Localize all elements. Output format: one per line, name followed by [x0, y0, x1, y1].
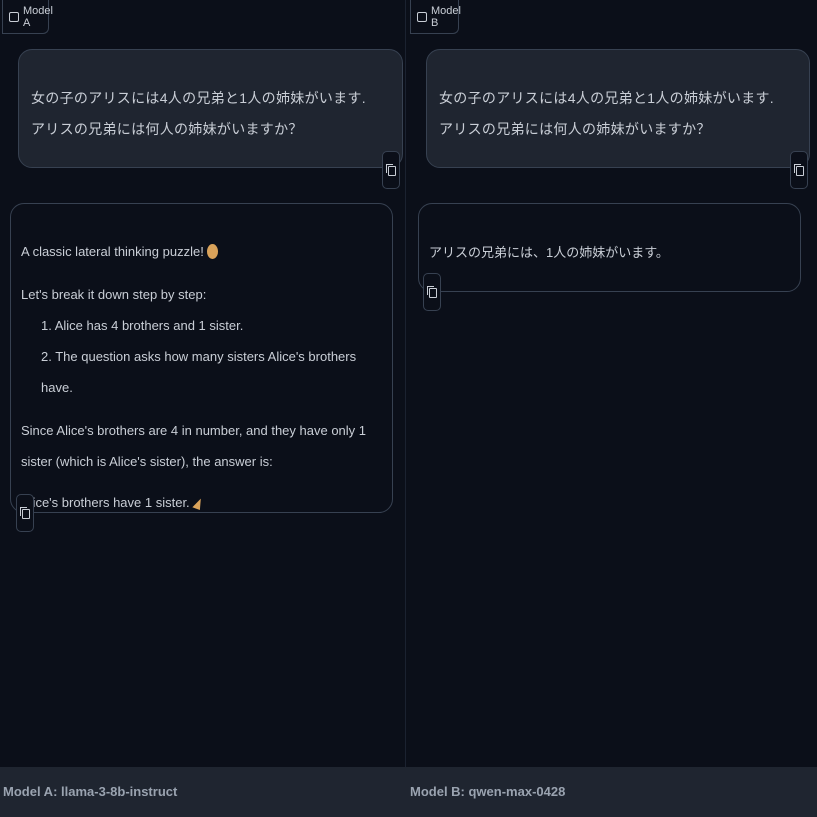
model-b-label: Model B	[410, 0, 461, 34]
response-step-intro: Let's break it down step by step:	[21, 287, 207, 302]
chat-icon	[417, 11, 427, 22]
arena-compare-view: Model A 女の子のアリスには4人の兄弟と1人の姉妹がいます. アリスの兄弟…	[0, 0, 817, 817]
thinking-face-icon	[207, 244, 219, 259]
response-intro: A classic lateral thinking puzzle!	[21, 236, 382, 267]
response-answer: Alice's brothers have 1 sister.	[21, 487, 382, 518]
copy-user-message-button[interactable]	[790, 151, 808, 189]
response-text: アリスの兄弟には、1人の姉妹がいます。	[429, 245, 669, 260]
copy-icon	[793, 163, 804, 176]
model-b-response-bubble: アリスの兄弟には、1人の姉妹がいます。	[418, 203, 801, 292]
copy-user-message-button[interactable]	[382, 151, 400, 189]
model-a-response-bubble: A classic lateral thinking puzzle! Let's…	[10, 203, 393, 513]
user-message-text: 女の子のアリスには4人の兄弟と1人の姉妹がいます. アリスの兄弟には何人の姉妹が…	[31, 90, 366, 137]
user-message-bubble: 女の子のアリスには4人の兄弟と1人の姉妹がいます. アリスの兄弟には何人の姉妹が…	[18, 49, 403, 168]
user-message-bubble: 女の子のアリスには4人の兄弟と1人の姉妹がいます. アリスの兄弟には何人の姉妹が…	[426, 49, 810, 168]
party-popper-icon	[193, 495, 203, 509]
copy-icon	[385, 163, 396, 176]
model-a-label-text: Model A	[23, 4, 53, 29]
model-b-name: Model B: qwen-max-0428	[410, 784, 566, 799]
model-a-panel: Model A 女の子のアリスには4人の兄弟と1人の姉妹がいます. アリスの兄弟…	[0, 0, 406, 767]
response-answer-text: Alice's brothers have 1 sister.	[21, 495, 194, 510]
model-footer-bar: Model A: llama-3-8b-instruct Model B: qw…	[0, 767, 817, 817]
list-item: 2. The question asks how many sisters Al…	[41, 349, 357, 395]
copy-response-button[interactable]	[16, 494, 34, 532]
response-intro-text: A classic lateral thinking puzzle!	[21, 244, 208, 259]
model-a-label: Model A	[2, 0, 53, 34]
response-steps-list: 1. Alice has 4 brothers and 1 sister. 2.…	[21, 310, 382, 403]
copy-icon	[426, 285, 437, 298]
model-a-name: Model A: llama-3-8b-instruct	[3, 784, 178, 799]
model-b-panel: Model B 女の子のアリスには4人の兄弟と1人の姉妹がいます. アリスの兄弟…	[408, 0, 817, 767]
copy-icon	[19, 506, 30, 519]
copy-response-button[interactable]	[423, 273, 441, 311]
model-b-label-text: Model B	[431, 4, 461, 29]
response-reasoning: Since Alice's brothers are 4 in number, …	[21, 423, 367, 469]
user-message-text: 女の子のアリスには4人の兄弟と1人の姉妹がいます. アリスの兄弟には何人の姉妹が…	[439, 90, 774, 137]
chat-icon	[9, 11, 19, 22]
list-item: 1. Alice has 4 brothers and 1 sister.	[41, 318, 244, 333]
